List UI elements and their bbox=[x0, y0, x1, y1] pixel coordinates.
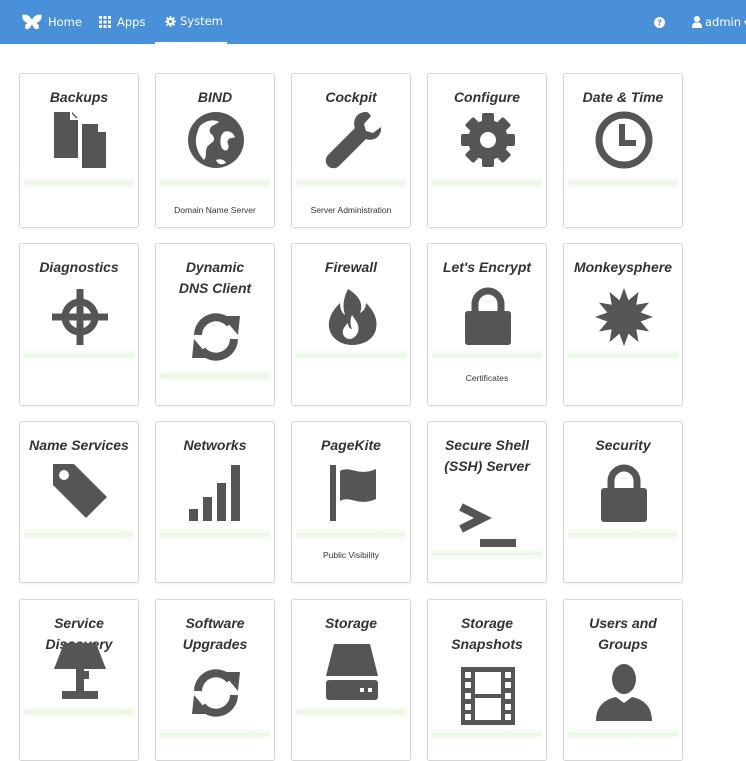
app-card-security[interactable]: Security bbox=[563, 421, 683, 583]
app-card-diagnostics[interactable]: Diagnostics bbox=[19, 243, 139, 406]
app-card-configure[interactable]: Configure bbox=[427, 73, 547, 228]
help-icon: ? bbox=[654, 16, 665, 28]
app-card-bind[interactable]: BIND Domain Name Server bbox=[155, 73, 275, 228]
butterfly-logo-icon bbox=[22, 14, 48, 30]
wrench-icon bbox=[322, 110, 382, 170]
user-icon bbox=[692, 16, 705, 28]
card-glow bbox=[568, 728, 678, 740]
card-title: Configure bbox=[453, 89, 521, 105]
card-title: PageKite bbox=[321, 437, 381, 453]
card-title: Secure Shell (SSH) Server bbox=[444, 437, 530, 474]
app-card-networks[interactable]: Networks bbox=[155, 421, 275, 583]
documents-icon bbox=[50, 110, 110, 170]
app-card-ssh-server[interactable]: Secure Shell (SSH) Server bbox=[427, 421, 547, 583]
terminal-icon bbox=[458, 493, 518, 553]
app-card-name-services[interactable]: Name Services bbox=[19, 421, 139, 583]
card-title: Software Upgrades bbox=[182, 615, 248, 652]
card-description: Certificates bbox=[465, 373, 509, 383]
cog-icon bbox=[165, 15, 180, 27]
tag-icon bbox=[50, 461, 110, 521]
refresh-icon bbox=[186, 307, 246, 367]
card-glow bbox=[24, 528, 134, 540]
refresh-icon bbox=[186, 663, 246, 723]
card-glow bbox=[432, 548, 542, 560]
card-title: Firewall bbox=[324, 259, 378, 275]
card-description: Public Visibility bbox=[322, 550, 380, 560]
svg-text:?: ? bbox=[657, 17, 662, 27]
card-glow bbox=[296, 349, 406, 361]
nav-system-tab[interactable]: System bbox=[155, 0, 227, 44]
card-title: Date & Time bbox=[582, 89, 664, 105]
lock-icon bbox=[594, 464, 654, 524]
card-title: Networks bbox=[183, 437, 247, 453]
lock-icon bbox=[458, 287, 518, 347]
card-glow bbox=[24, 706, 134, 718]
card-title: BIND bbox=[197, 89, 233, 105]
card-title: Let's Encrypt bbox=[442, 259, 532, 275]
nav-system-label: System bbox=[180, 14, 223, 28]
card-glow bbox=[568, 528, 678, 540]
help-button[interactable]: ? bbox=[654, 0, 665, 44]
flag-icon bbox=[322, 463, 382, 523]
card-title: Backups bbox=[49, 89, 109, 105]
user-name-label: admin bbox=[705, 15, 742, 29]
nav-apps-label: Apps bbox=[117, 15, 146, 29]
card-glow bbox=[24, 177, 134, 189]
card-glow bbox=[568, 177, 678, 189]
fire-icon bbox=[322, 287, 382, 347]
nav-home-link[interactable]: Home bbox=[22, 0, 82, 44]
card-title: Storage bbox=[324, 615, 378, 631]
card-title: Monkeysphere bbox=[573, 259, 673, 275]
card-title: Name Services bbox=[29, 437, 129, 453]
card-glow bbox=[160, 528, 270, 540]
card-glow bbox=[432, 728, 542, 740]
app-card-monkeysphere[interactable]: Monkeysphere bbox=[563, 243, 683, 406]
app-card-date-time[interactable]: Date & Time bbox=[563, 73, 683, 228]
card-glow bbox=[568, 349, 678, 361]
globe-icon bbox=[186, 110, 246, 170]
app-card-firewall[interactable]: Firewall bbox=[291, 243, 411, 406]
app-card-service-discovery[interactable]: Service Discovery bbox=[19, 599, 139, 761]
certificate-icon bbox=[594, 287, 654, 347]
app-card-dynamic-dns[interactable]: Dynamic DNS Client bbox=[155, 243, 275, 406]
app-card-storage-snapshots[interactable]: Storage Snapshots bbox=[427, 599, 547, 761]
app-card-cockpit[interactable]: Cockpit Server Administration bbox=[291, 73, 411, 228]
app-card-backups[interactable]: Backups bbox=[19, 73, 139, 228]
lamp-icon bbox=[50, 641, 110, 701]
app-card-lets-encrypt[interactable]: Let's Encrypt Certificates bbox=[427, 243, 547, 406]
card-glow bbox=[432, 349, 542, 361]
card-description: Server Administration bbox=[310, 205, 392, 215]
card-glow bbox=[160, 177, 270, 189]
card-glow bbox=[160, 728, 270, 740]
card-title: Storage Snapshots bbox=[451, 615, 523, 652]
card-glow bbox=[160, 370, 270, 382]
clock-icon bbox=[594, 110, 654, 170]
hdd-icon bbox=[322, 642, 382, 702]
user-menu[interactable]: admin ▾ bbox=[692, 0, 746, 44]
card-glow bbox=[296, 706, 406, 718]
card-glow bbox=[296, 528, 406, 540]
app-card-users-groups[interactable]: Users and Groups bbox=[563, 599, 683, 761]
gear-icon bbox=[458, 110, 518, 170]
card-glow bbox=[432, 177, 542, 189]
nav-apps-link[interactable]: Apps bbox=[99, 0, 145, 44]
film-icon bbox=[458, 666, 518, 726]
card-title: Security bbox=[595, 437, 651, 453]
card-title: Users and Groups bbox=[589, 615, 657, 652]
card-title: Dynamic DNS Client bbox=[178, 259, 252, 296]
app-card-pagekite[interactable]: PageKite Public Visibility bbox=[291, 421, 411, 583]
card-title: Diagnostics bbox=[39, 259, 119, 275]
app-card-storage[interactable]: Storage bbox=[291, 599, 411, 761]
grid-icon bbox=[99, 16, 117, 28]
nav-home-label: Home bbox=[48, 15, 82, 29]
card-glow bbox=[24, 349, 134, 361]
top-navbar: Home Apps System ? admin bbox=[0, 0, 746, 44]
user-icon bbox=[594, 663, 654, 723]
card-glow bbox=[296, 177, 406, 189]
card-description: Domain Name Server bbox=[174, 205, 256, 215]
app-card-software-upgrades[interactable]: Software Upgrades bbox=[155, 599, 275, 761]
signal-icon bbox=[186, 463, 246, 523]
crosshair-icon bbox=[50, 287, 110, 347]
card-title: Cockpit bbox=[325, 89, 377, 105]
